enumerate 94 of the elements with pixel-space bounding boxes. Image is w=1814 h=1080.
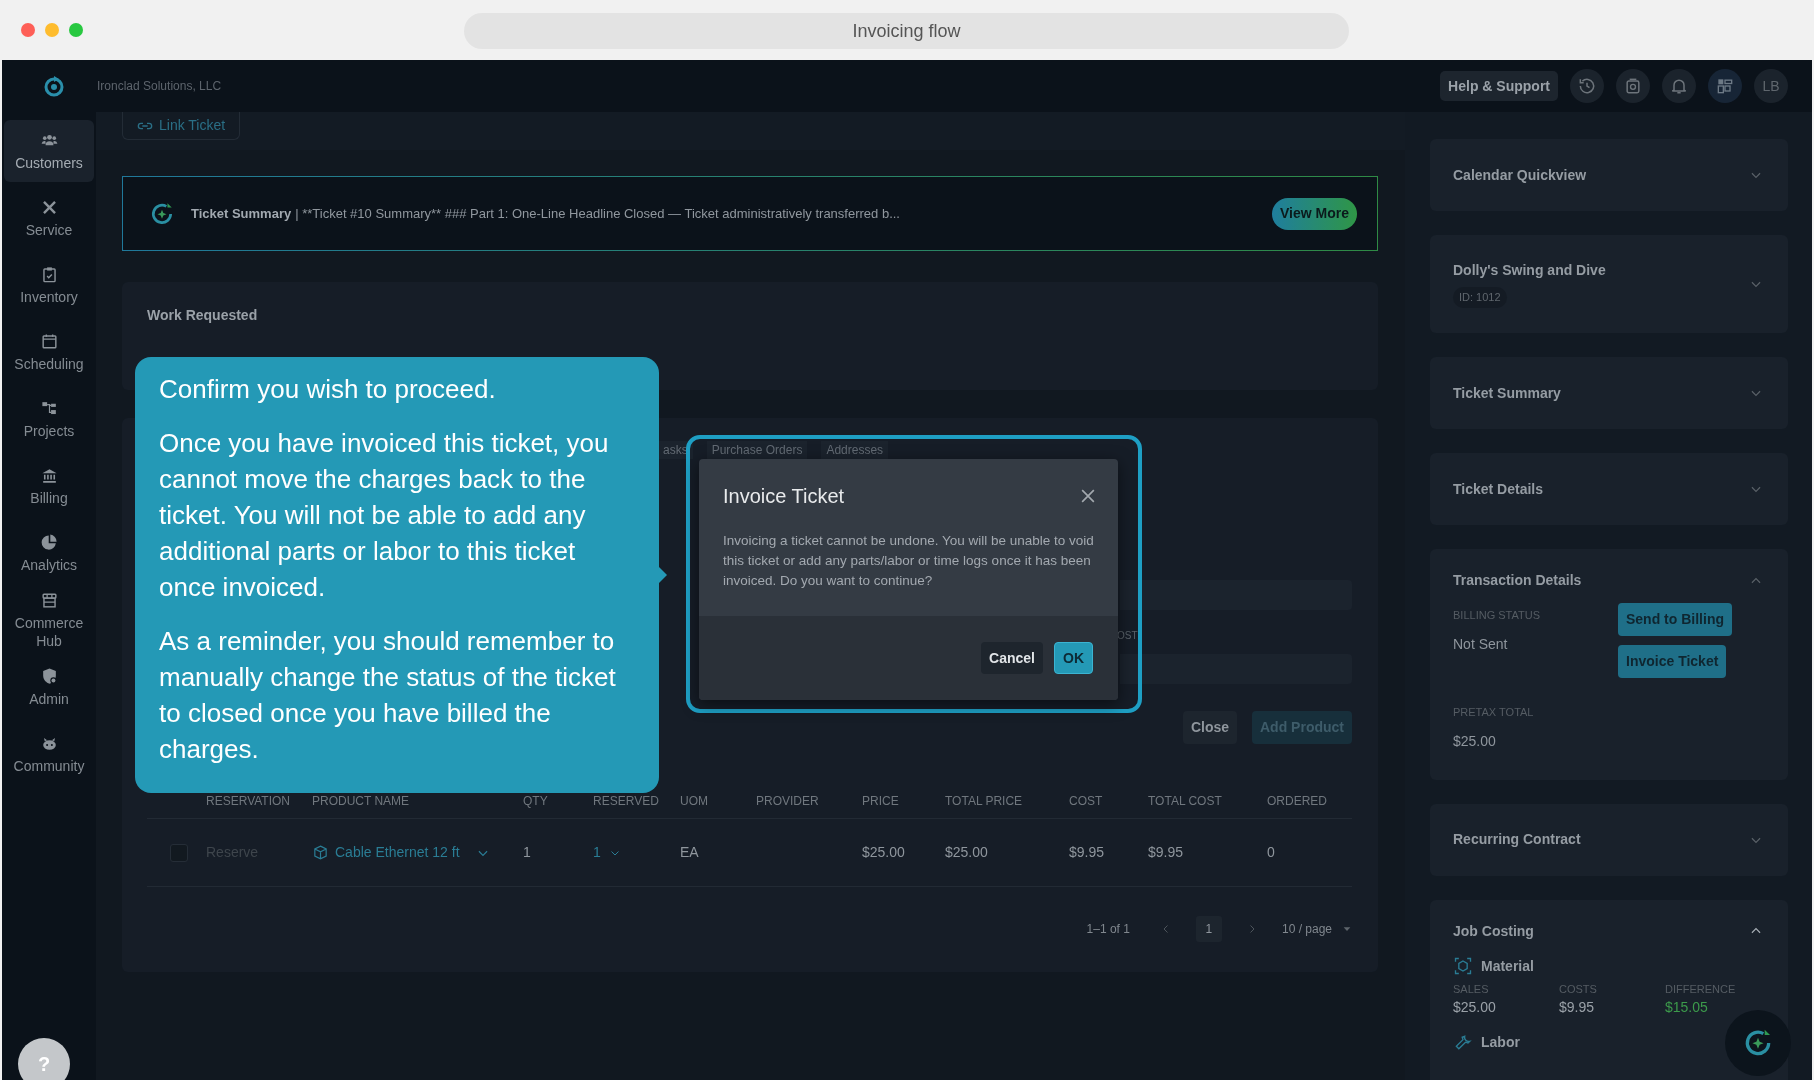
header-icon-button[interactable] [1570, 69, 1604, 103]
section-title: Calendar Quickview [1453, 165, 1587, 185]
field-label: OST [1117, 629, 1138, 643]
pie-chart-icon [39, 532, 59, 552]
action-button[interactable]: Invoice Ticket [1618, 645, 1727, 678]
column-header: PRICE [862, 793, 900, 810]
tab[interactable]: Addresses [821, 441, 889, 459]
sidebar-item[interactable]: Analytics [4, 522, 94, 584]
window-control[interactable] [45, 23, 59, 37]
cube-icon [312, 844, 329, 861]
input-field[interactable] [1120, 580, 1352, 610]
store-icon [39, 590, 59, 610]
group-title: Material [1481, 956, 1534, 976]
link-ticket-button[interactable]: Link Ticket [122, 112, 241, 140]
sidebar-item[interactable]: Inventory [4, 254, 94, 316]
header-icon-button[interactable] [1662, 69, 1696, 103]
page-size-select[interactable]: 10 / page [1281, 920, 1352, 938]
table-cell-text: $9.95 [1148, 843, 1185, 862]
summary-text: | **Ticket #10 Summary** ### Part 1: One-Line Headline Closed — Ticket administratively transferred b... [295, 204, 900, 223]
header-icon-button[interactable] [1708, 69, 1742, 103]
pagination-range: 1–1 of 1 [1086, 921, 1130, 938]
tooltip-title: Confirm you wish to proceed. [159, 373, 497, 406]
column-header: QTY [523, 793, 549, 810]
dialog-title: Invoice Ticket [723, 484, 845, 509]
page-button[interactable]: 1 [1195, 916, 1222, 942]
section-title: Transaction Details [1453, 571, 1582, 590]
calendar-icon [39, 331, 59, 351]
field-value: Not Sent [1453, 634, 1509, 654]
dialog-button[interactable]: Cancel [981, 642, 1043, 674]
summary-title: Ticket Summary [191, 204, 292, 223]
dialog-message: Invoicing a ticket cannot be undone. You will be unable to void this ticket or add any parts/labor or time logs once it has been invoiced. Do you want to continue? [722, 532, 1095, 590]
action-button[interactable]: Close [1182, 711, 1237, 744]
sidebar-item[interactable]: Admin [4, 656, 94, 718]
column-header: RESERVATION [206, 793, 292, 810]
column-header: UOM [680, 793, 709, 810]
table-cell-text: EA [680, 843, 700, 862]
sparkle-icon [149, 200, 175, 227]
sidebar-item[interactable]: Commerce Hub [4, 589, 94, 651]
sidebar-item[interactable]: Billing [4, 455, 94, 517]
section-title: Recurring Contract [1453, 830, 1581, 849]
section-title: Job Costing [1453, 921, 1534, 941]
metric-label: DIFFERENCE [1665, 981, 1737, 997]
column-header: ORDERED [1267, 793, 1328, 810]
sidebar-item[interactable]: Projects [4, 388, 94, 450]
input-field[interactable] [1120, 654, 1352, 684]
company-name: Ironclad Solutions, LLC [97, 78, 222, 95]
metric-label: COSTS [1559, 981, 1598, 997]
column-header: TOTAL COST [1148, 793, 1223, 810]
column-header: COST [1069, 793, 1104, 810]
sidebar-item[interactable]: Scheduling [4, 321, 94, 383]
help-support-button[interactable]: Help & Support [1440, 71, 1558, 101]
section-title: Ticket Details [1453, 479, 1543, 499]
action-button[interactable]: Send to Billing [1618, 603, 1732, 636]
logo-icon [42, 74, 66, 98]
history-icon [1577, 76, 1597, 96]
metric-value: $15.05 [1665, 998, 1709, 1017]
column-header: TOTAL PRICE [945, 793, 1024, 810]
window-control[interactable] [69, 23, 83, 37]
table-cell-text: $9.95 [1069, 843, 1106, 862]
field-label: BILLING STATUS [1453, 608, 1541, 623]
metric-label: SALES [1453, 981, 1490, 997]
tooltip-text: Once you have invoiced this ticket, you cannot move the charges back to the ticket. You will not be able to add any additional parts or labor to this ticket once invoiced. [159, 427, 610, 604]
window-control[interactable] [21, 23, 35, 37]
dashboard-icon [1715, 76, 1735, 96]
table-cell-text: 1 [523, 843, 532, 862]
tooltip-text: As a reminder, you should remember to manually change the status of the ticket to closed once you have billed the charges. [159, 625, 617, 766]
table-cell-text: $25.00 [945, 843, 989, 862]
cube-icon [1453, 956, 1473, 976]
sidebar-item[interactable]: Customers [4, 120, 94, 182]
view-more-button[interactable]: View More [1272, 197, 1357, 230]
reserved-dropdown[interactable]: 1 [593, 842, 680, 863]
table-cell-text: $25.00 [862, 843, 906, 862]
address-bar[interactable]: Invoicing flow [464, 13, 1349, 49]
column-header: PRODUCT NAME [312, 793, 411, 810]
group-title: Labor [1481, 1033, 1520, 1052]
column-header: PROVIDER [756, 793, 820, 810]
avatar[interactable]: LB [1754, 69, 1788, 103]
product-dropdown[interactable]: Cable Ethernet 12 ft [312, 842, 523, 863]
sidebar-item[interactable]: Community [4, 723, 94, 785]
dialog-button[interactable]: OK [1054, 642, 1093, 674]
metric-value: $25.00 [1453, 998, 1497, 1017]
id-badge: ID: 1012 [1453, 287, 1507, 308]
metric-value: $9.95 [1559, 998, 1596, 1017]
section-title: Dolly's Swing and Dive [1453, 261, 1606, 281]
sidebar-item[interactable]: Service [4, 187, 94, 249]
column-header: RESERVED [593, 793, 660, 810]
table-cell-text: 0 [1267, 843, 1276, 862]
field-label: PRETAX TOTAL [1453, 705, 1535, 720]
tab[interactable]: Purchase Orders [706, 441, 808, 459]
caret-down-icon [1342, 924, 1352, 934]
header-icon-button[interactable] [1616, 69, 1650, 103]
section-title: Ticket Summary [1453, 383, 1561, 403]
section-title: Work Requested [147, 307, 258, 323]
field-value: $25.00 [1453, 731, 1497, 751]
